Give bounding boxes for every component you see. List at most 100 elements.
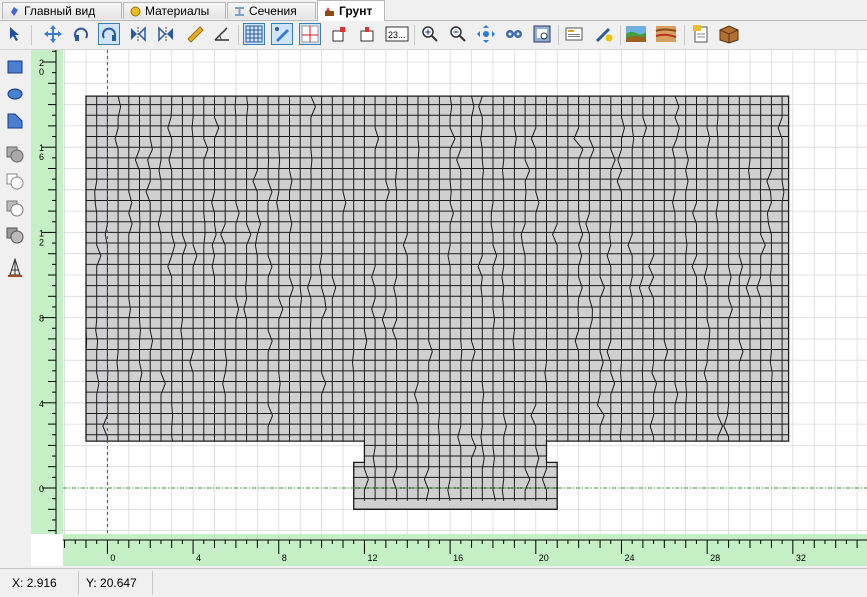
print-preview-icon bbox=[533, 25, 551, 43]
boolean-union-icon bbox=[6, 146, 24, 163]
ellipse-shape-icon bbox=[7, 88, 23, 100]
soil-properties-button[interactable] bbox=[655, 23, 677, 45]
ellipse-tool-button[interactable] bbox=[4, 83, 26, 105]
x-ruler-label: 20 bbox=[539, 553, 549, 563]
axes-toggle-icon bbox=[301, 25, 319, 43]
x-ruler-label: 16 bbox=[453, 553, 463, 563]
ruler-measure-button[interactable] bbox=[184, 23, 206, 45]
box-3d-button[interactable] bbox=[718, 23, 740, 45]
y-ruler-label: 16 bbox=[39, 143, 44, 162]
rectangle-shape-icon bbox=[7, 60, 23, 74]
soil-mesh-drawing bbox=[63, 50, 867, 534]
box-3d-icon bbox=[719, 25, 739, 44]
main-view-icon bbox=[11, 6, 18, 16]
soil-mesh bbox=[85, 95, 790, 510]
vertical-ruler[interactable]: 20 16 12 8 4 0 bbox=[31, 50, 63, 534]
horizontal-ruler[interactable]: 0 4 8 12 16 20 24 28 32 bbox=[63, 534, 867, 566]
rotate-tool-icon bbox=[74, 27, 88, 41]
grid-toggle-icon bbox=[245, 25, 263, 43]
soil-icon bbox=[325, 6, 334, 16]
polygon-tool-button[interactable] bbox=[4, 110, 26, 132]
zoom-out-button[interactable] bbox=[447, 23, 469, 45]
snap-toggle-button[interactable] bbox=[271, 23, 293, 45]
zoom-extents-button[interactable] bbox=[475, 23, 497, 45]
horizontal-ruler-scale: 0 4 8 12 16 20 24 28 32 bbox=[63, 539, 867, 563]
y-coordinate-label: Y: bbox=[86, 576, 97, 590]
tab-main-view[interactable]: Главный вид bbox=[2, 2, 122, 19]
mesh-generate-button[interactable] bbox=[593, 23, 615, 45]
pile-tool-button[interactable] bbox=[4, 257, 26, 279]
view-options-icon bbox=[565, 27, 583, 41]
print-preview-button[interactable] bbox=[531, 23, 553, 45]
mirror-vertical-button[interactable] bbox=[155, 23, 177, 45]
shape-tools-panel bbox=[0, 50, 31, 570]
boolean-subtract-button[interactable] bbox=[4, 170, 26, 192]
toolbar: 23... bbox=[0, 21, 867, 50]
y-ruler-label: 8 bbox=[39, 314, 44, 324]
y-coordinate-value: 20.647 bbox=[100, 576, 137, 590]
object-snap-icon bbox=[332, 27, 345, 42]
view-options-button[interactable] bbox=[563, 23, 585, 45]
x-coordinate-value: 2.916 bbox=[26, 576, 57, 590]
mesh-generate-icon bbox=[595, 27, 613, 43]
tab-materials[interactable]: Материалы bbox=[123, 2, 226, 19]
status-y: Y: 20.647 bbox=[86, 573, 137, 593]
axes-toggle-button[interactable] bbox=[299, 23, 321, 45]
grid-toggle-button[interactable] bbox=[243, 23, 265, 45]
x-coordinate-label: X: bbox=[12, 576, 24, 590]
soil-properties-icon bbox=[655, 26, 677, 42]
pile-icon bbox=[8, 258, 22, 277]
x-ruler-label: 0 bbox=[110, 553, 115, 563]
y-ruler-label: 0 bbox=[39, 484, 44, 494]
object-snap-button[interactable] bbox=[328, 23, 350, 45]
soil-layers-icon bbox=[626, 26, 646, 42]
node-snap-button[interactable] bbox=[356, 23, 378, 45]
boolean-union-button[interactable] bbox=[4, 143, 26, 165]
y-ruler-label: 4 bbox=[39, 399, 44, 409]
ruler-measure-icon bbox=[187, 26, 204, 43]
boolean-intersect-icon bbox=[6, 200, 24, 217]
zoom-out-icon bbox=[450, 26, 466, 42]
rotate-tool-button[interactable] bbox=[70, 23, 92, 45]
zoom-in-button[interactable] bbox=[419, 23, 441, 45]
zoom-extents-icon bbox=[477, 25, 495, 43]
mirror-horizontal-icon bbox=[131, 26, 146, 42]
rotate-free-button[interactable] bbox=[98, 23, 120, 45]
tab-sections[interactable]: Сечения bbox=[227, 2, 316, 19]
mirror-horizontal-button[interactable] bbox=[127, 23, 149, 45]
x-ruler-label: 32 bbox=[796, 553, 806, 563]
y-ruler-label: 12 bbox=[39, 228, 44, 247]
polygon-shape-icon bbox=[7, 113, 23, 129]
soil-layers-button[interactable] bbox=[625, 23, 647, 45]
settings-gears-button[interactable] bbox=[503, 23, 525, 45]
pan-tool-icon bbox=[44, 25, 62, 43]
ruler-corner bbox=[31, 534, 63, 566]
boolean-split-icon bbox=[6, 227, 24, 244]
x-ruler-label: 4 bbox=[196, 553, 201, 563]
drawing-canvas[interactable] bbox=[63, 50, 867, 534]
numbering-button[interactable]: 23... bbox=[384, 23, 410, 45]
y-ruler-label: 20 bbox=[39, 58, 44, 77]
tab-soil[interactable]: Грунт bbox=[317, 0, 385, 21]
zoom-in-icon bbox=[422, 26, 438, 42]
angle-measure-button[interactable] bbox=[211, 23, 233, 45]
vertical-ruler-scale: 2 0 1 6 1 2 8 4 0 bbox=[39, 50, 57, 534]
pan-tool-button[interactable] bbox=[42, 23, 64, 45]
status-x: X: 2.916 bbox=[12, 573, 57, 593]
x-ruler-label: 12 bbox=[367, 553, 377, 563]
x-ruler-label: 8 bbox=[282, 553, 287, 563]
rectangle-tool-button[interactable] bbox=[4, 56, 26, 78]
materials-icon bbox=[130, 6, 141, 16]
numbering-icon: 23... bbox=[385, 26, 409, 42]
svg-text:23...: 23... bbox=[388, 30, 406, 40]
report-button[interactable] bbox=[689, 23, 711, 45]
x-ruler-label: 28 bbox=[710, 553, 720, 563]
report-icon bbox=[693, 25, 708, 43]
boolean-subtract-icon bbox=[6, 173, 24, 190]
node-snap-icon bbox=[360, 27, 374, 42]
boolean-intersect-button[interactable] bbox=[4, 197, 26, 219]
boolean-split-button[interactable] bbox=[4, 224, 26, 246]
pointer-tool-button[interactable] bbox=[4, 23, 26, 45]
snap-toggle-icon bbox=[275, 27, 289, 42]
pointer-tool-icon bbox=[10, 27, 19, 41]
